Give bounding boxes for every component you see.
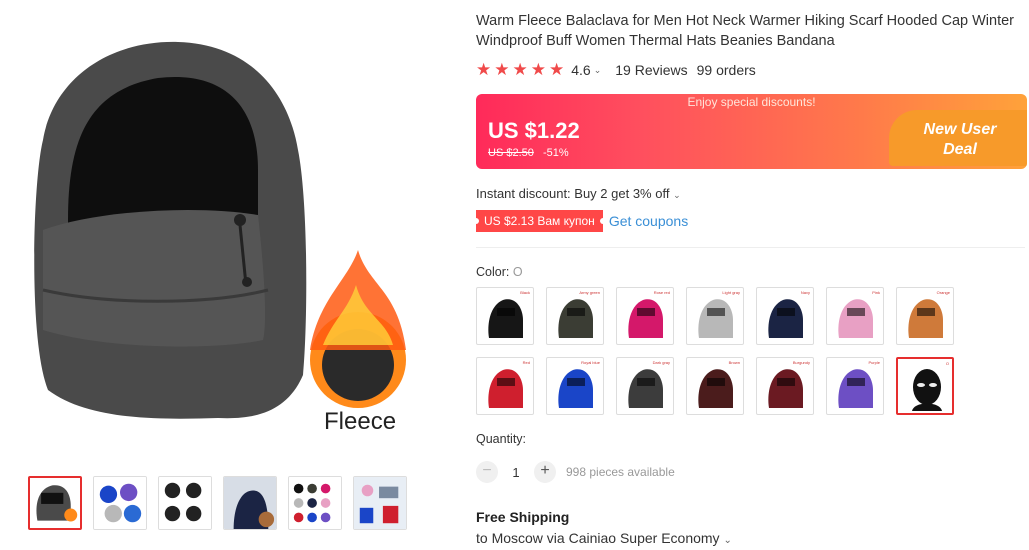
color-swatch[interactable]: Dark gray: [616, 357, 674, 415]
balaclava-icon: [558, 299, 593, 338]
product-main-image[interactable]: Fleece: [18, 20, 428, 450]
coupon-row: US $2.13 Вам купон Get coupons: [473, 210, 688, 232]
thumbnail-strip: [28, 476, 407, 530]
color-swatch[interactable]: Royal blue: [546, 357, 604, 415]
thumbnail-1[interactable]: [28, 476, 82, 530]
quantity-label: Quantity:: [476, 432, 527, 446]
swatch-label: Black: [520, 290, 530, 295]
quantity-increase-button[interactable]: +: [534, 461, 556, 483]
thumbnail-3[interactable]: [158, 476, 212, 530]
rating-stars: ★ ★ ★ ★ ★: [476, 60, 564, 80]
instant-discount-text: Instant discount: Buy 2 get 3% off: [476, 186, 670, 201]
swatch-label: Burgundy: [792, 360, 810, 365]
thumbnail-6[interactable]: [353, 476, 407, 530]
original-price: US $2.50: [488, 147, 534, 159]
divider: [476, 247, 1025, 248]
swatch-label: Navy: [800, 290, 810, 295]
shipping-title: Free Shipping: [476, 509, 570, 525]
thumbnail-5[interactable]: [288, 476, 342, 530]
product-title: Warm Fleece Balaclava for Men Hot Neck W…: [476, 13, 1015, 49]
balaclava-icon: [912, 369, 942, 411]
balaclava-icon: [768, 369, 803, 408]
color-swatch[interactable]: Burgundy: [756, 357, 814, 415]
quantity-decrease-button[interactable]: −: [476, 461, 498, 483]
swatch-label: Brown: [728, 360, 740, 365]
balaclava-icon: [698, 299, 733, 338]
color-swatch[interactable]: Rose red: [616, 287, 674, 345]
rating-value[interactable]: 4.6: [571, 62, 590, 78]
color-swatches: Black Army green Rose red Light gray Navy Pin…: [476, 287, 976, 415]
color-swatch[interactable]: Brown: [686, 357, 744, 415]
swatch-label: Pink: [872, 290, 880, 295]
color-swatch[interactable]: O: [896, 357, 954, 415]
color-swatch[interactable]: Orange: [896, 287, 954, 345]
balaclava-icon: [908, 299, 943, 338]
color-swatch[interactable]: Navy: [756, 287, 814, 345]
star-icon: ★: [549, 60, 565, 79]
swatch-label: Royal blue: [581, 360, 600, 365]
balaclava-icon: [838, 369, 873, 408]
swatch-label: Orange: [936, 290, 950, 295]
chevron-down-icon[interactable]: ⌄: [594, 65, 602, 76]
swatch-label: Purple: [868, 360, 880, 365]
balaclava-icon: [628, 369, 663, 408]
thumbnail-4[interactable]: [223, 476, 277, 530]
star-icon: ★: [476, 60, 492, 79]
swatch-label: Army green: [579, 290, 600, 295]
color-swatch[interactable]: Light gray: [686, 287, 744, 345]
swatch-label: Dark gray: [652, 360, 670, 365]
price-banner: Enjoy special discounts! US $1.22 US $2.…: [476, 94, 1027, 169]
available-stock: 998 pieces available: [566, 465, 675, 479]
instant-discount[interactable]: Instant discount: Buy 2 get 3% off ⌄: [476, 186, 681, 201]
discount-percent: -51%: [542, 147, 569, 159]
fleece-label: Fleece: [324, 408, 397, 435]
star-icon: ★: [530, 60, 546, 79]
current-price: US $1.22: [488, 118, 580, 143]
balaclava-icon: [558, 369, 593, 408]
swatch-label: Rose red: [653, 290, 670, 295]
shipping-method-selector[interactable]: to Moscow via Cainiao Super Economy ⌄: [476, 530, 732, 546]
balaclava-icon: [488, 369, 523, 408]
new-user-deal-text: New User Deal: [905, 120, 1015, 160]
banner-promo-text: Enjoy special discounts!: [687, 95, 816, 109]
thumbnail-2[interactable]: [93, 476, 147, 530]
chevron-down-icon: ⌄: [723, 535, 732, 546]
color-swatch[interactable]: Army green: [546, 287, 604, 345]
balaclava-icon: [768, 299, 803, 338]
balaclava-icon: [698, 369, 733, 408]
get-coupons-link[interactable]: Get coupons: [609, 213, 688, 229]
swatch-label: Light gray: [722, 290, 740, 295]
reviews-link[interactable]: 19 Reviews: [615, 62, 687, 78]
balaclava-icon: [838, 299, 873, 338]
deal-line-2: Deal: [943, 141, 977, 158]
quantity-input[interactable]: [498, 464, 534, 480]
coupon-tag: US $2.13 Вам купон: [473, 210, 606, 232]
orders-count: 99 orders: [696, 62, 756, 78]
old-price-row: US $2.50 -51%: [488, 147, 569, 159]
swatch-label: Red: [522, 360, 530, 365]
star-icon: ★: [494, 60, 510, 79]
color-swatch[interactable]: Red: [476, 357, 534, 415]
star-icon: ★: [512, 60, 528, 79]
color-swatch[interactable]: Black: [476, 287, 534, 345]
swatch-label: O: [945, 361, 949, 366]
selected-color-value: O: [512, 265, 523, 279]
chevron-down-icon: ⌄: [673, 190, 681, 200]
balaclava-icon: [488, 299, 523, 338]
shipping-detail: to Moscow via Cainiao Super Economy: [476, 530, 720, 546]
color-label-text: Color:: [476, 265, 510, 279]
rating-row: ★ ★ ★ ★ ★ 4.6 ⌄ 19 Reviews 99 orders: [476, 60, 756, 80]
color-swatch[interactable]: Purple: [826, 357, 884, 415]
color-swatch[interactable]: Pink: [826, 287, 884, 345]
balaclava-icon: [628, 299, 663, 338]
quantity-stepper: − + 998 pieces available: [476, 461, 675, 483]
color-label: Color: O: [476, 265, 523, 279]
deal-line-1: New User: [923, 121, 997, 138]
